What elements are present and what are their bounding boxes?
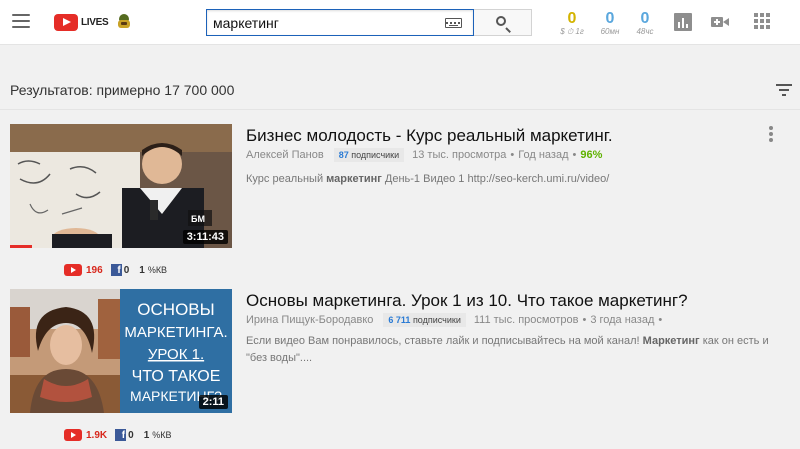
video-duration: 2:11 [198,395,228,409]
search-button[interactable] [474,9,532,36]
desc-highlight: Маркетинг [642,335,700,347]
keyboard-icon[interactable] [445,18,462,28]
filter-icon[interactable] [776,84,792,96]
video-thumbnail[interactable]: ОСНОВЫ МАРКЕТИНГА. УРОК 1. ЧТО ТАКОЕ МАР… [10,289,232,413]
meta-separator: • [658,314,663,326]
subscribers-badge: 87 подписчики [333,148,405,162]
thumbnail-image: ОСНОВЫ МАРКЕТИНГА. УРОК 1. ЧТО ТАКОЕ МАР… [10,289,232,413]
subscribers-badge: 6 711 подписчики [383,313,466,327]
video-title[interactable]: Основы маркетинга. Урок 1 из 10. Что так… [246,291,688,311]
kb-label: %КВ [152,430,172,440]
like-percent: 96% [580,149,603,161]
youtube-count: 196 [86,264,103,276]
menu-icon[interactable] [12,14,30,28]
meta-separator: • [572,149,577,161]
stat-value: 0 [605,10,615,27]
view-count: 111 тыс. просмотров [473,314,579,326]
youtube-play-icon [54,13,78,31]
search-icon [496,16,506,26]
facebook-count: 0 [128,429,134,441]
stat-60min[interactable]: 0 60мн [593,10,627,37]
apps-grid-icon[interactable] [754,13,770,29]
upload-age: Год назад [518,149,569,161]
stat-value: 0 [640,10,650,27]
more-options-icon[interactable] [769,126,773,142]
video-upload-icon[interactable] [711,13,729,31]
desc-text: Курс реальный [246,173,327,185]
thumb-text-line: ОСНОВЫ [137,300,214,319]
stat-label: 60мн [600,27,620,36]
facebook-icon: f [115,429,127,441]
video-description: Курс реальный маркетинг День-1 Видео 1 h… [246,171,791,188]
subscribers-count: 87 [338,150,349,160]
thumb-text-line: ЧТО ТАКОЕ [132,368,221,385]
facebook-count: 0 [123,264,130,276]
logo-text: LIVES [81,16,109,28]
stat-label: 48чс [636,27,654,36]
meta-separator: • [582,314,587,326]
stat-value: 0 [567,10,577,27]
results-divider [0,109,800,110]
kb-count: 1 [143,429,150,441]
channel-name[interactable]: Ирина Пищук-Бородавко [246,314,373,326]
video-meta: Алексей Панов 87 подписчики 13 тыс. прос… [246,148,602,162]
facebook-icon: f [110,264,122,276]
video-meta: Ирина Пищук-Бородавко 6 711 подписчики 1… [246,313,662,327]
desc-highlight: маркетинг [326,173,382,185]
cossack-badge-icon [116,14,132,30]
thumb-badge-text: БМ [191,214,205,224]
thumb-text-line: МАРКЕТИНГА. [124,324,227,341]
video-thumbnail[interactable]: БМ 3:11:43 [10,124,232,248]
kb-label: %КВ [147,265,168,275]
youtube-count: 1.9K [86,429,108,441]
view-count: 13 тыс. просмотра [412,149,507,161]
video-duration: 3:11:43 [182,230,228,244]
watch-progress-bar [10,245,33,248]
desc-text: День-1 Видео 1 http://seo-kerch.umi.ru/v… [381,173,610,185]
results-count: Результатов: примерно 17 700 000 [10,82,235,98]
thumb-text-line: УРОК 1. [148,346,204,363]
search-box [206,9,474,36]
social-stats: 1.9K f 0 1 %КВ [64,429,172,441]
youtube-mini-icon [64,429,82,441]
analytics-icon[interactable] [674,13,692,31]
stat-label: $ ⏱ 1г [560,27,584,36]
top-header: LIVES 0 $ ⏱ 1г 0 60мн 0 48чс [0,0,800,45]
desc-text: Если видео Вам понравилось, ставьте лайк… [246,335,643,347]
meta-separator: • [510,149,515,161]
youtube-mini-icon [64,264,82,276]
channel-name[interactable]: Алексей Панов [246,149,324,161]
subscribers-label: подписчики [412,315,461,325]
upload-age: 3 года назад [590,314,655,326]
youtube-logo[interactable]: LIVES [54,13,132,31]
video-title[interactable]: Бизнес молодость - Курс реальный маркети… [246,126,613,146]
stat-revenue[interactable]: 0 $ ⏱ 1г [555,10,589,37]
subscribers-label: подписчики [351,150,400,160]
search-input[interactable] [213,13,433,32]
video-description: Если видео Вам понравилось, ставьте лайк… [246,333,791,367]
subscribers-count: 6 711 [388,315,411,325]
stat-48h[interactable]: 0 48чс [628,10,662,37]
social-stats: 196 f 0 1 %КВ [64,264,167,276]
kb-count: 1 [139,264,145,276]
